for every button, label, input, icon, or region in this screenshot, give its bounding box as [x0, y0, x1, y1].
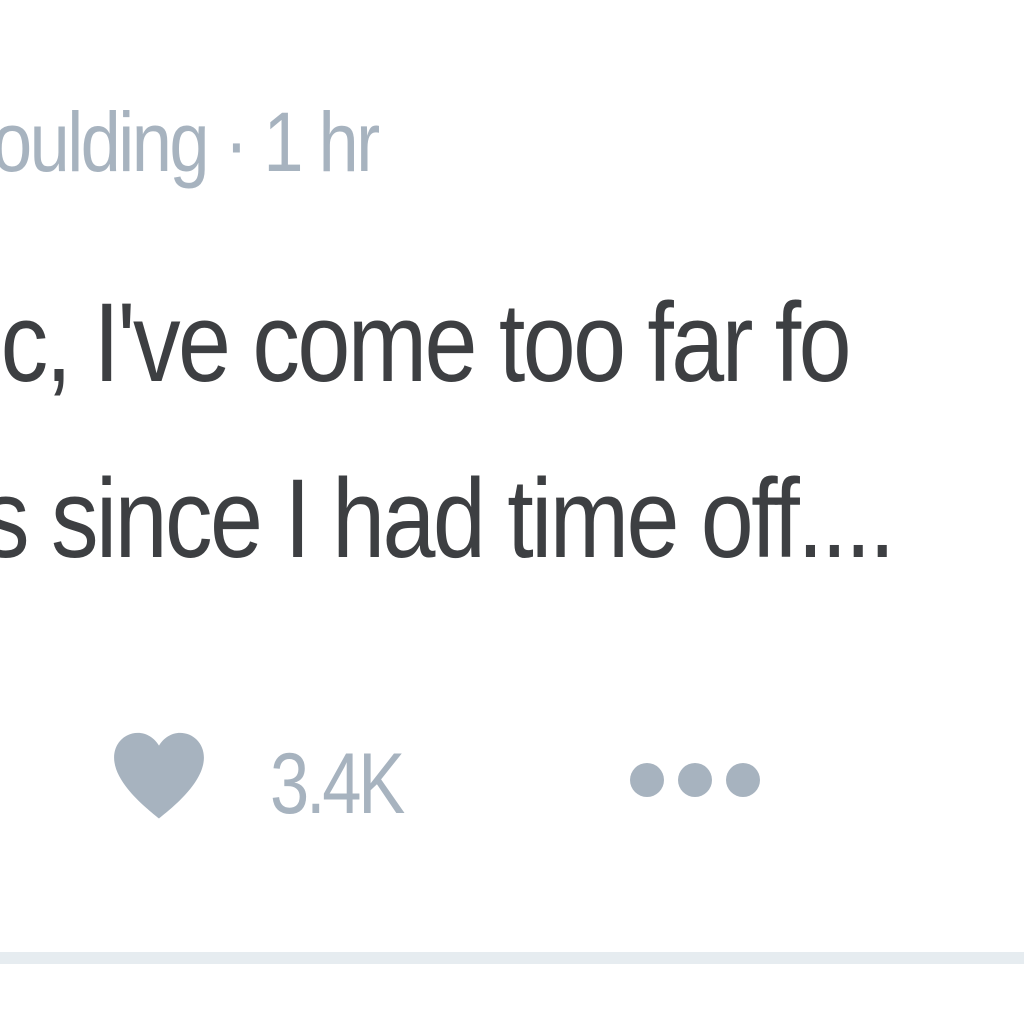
- header-separator: ·: [224, 95, 248, 189]
- tweet-text-line: s since I had time off....: [0, 456, 895, 581]
- more-dots-icon[interactable]: [625, 752, 765, 808]
- next-tweet-area: [0, 964, 1024, 1024]
- like-count: 3.4K: [270, 736, 405, 832]
- tweet-text-line: ic, I've come too far fo: [0, 280, 852, 405]
- author-name[interactable]: oulding: [0, 95, 210, 189]
- heart-icon[interactable]: [104, 720, 214, 830]
- tweet-timestamp[interactable]: 1 hr: [263, 95, 380, 189]
- tweet-card[interactable]: oulding · 1 hr ic, I've come too far fo …: [0, 0, 1024, 952]
- tweet-header: oulding · 1 hr: [0, 92, 380, 192]
- divider: [0, 952, 1024, 964]
- tweet-text: ic, I've come too far fo s since I had t…: [0, 255, 895, 607]
- tweet-actions: 3.4K: [0, 712, 1024, 842]
